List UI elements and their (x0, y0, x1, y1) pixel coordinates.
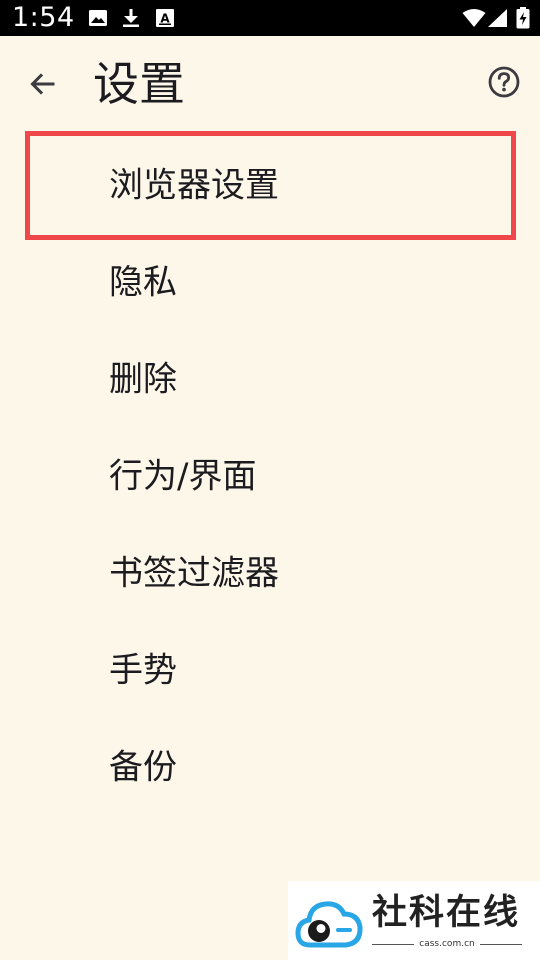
app-bar: 设置 (0, 36, 540, 132)
text-a-icon: A (155, 8, 175, 28)
status-bar: 1:54 A (0, 0, 540, 36)
watermark-name: 社科在线 (372, 892, 521, 933)
page-title: 设置 (93, 57, 185, 111)
settings-item-label: 删除 (109, 359, 177, 399)
settings-item-browser[interactable]: 浏览器设置 (0, 133, 540, 230)
back-button[interactable] (18, 62, 66, 110)
settings-item-gestures[interactable]: 手势 (0, 618, 540, 715)
settings-item-label: 隐私 (109, 262, 177, 302)
svg-text:A: A (160, 12, 170, 26)
settings-item-backup[interactable]: 备份 (0, 715, 540, 812)
settings-item-label: 书签过滤器 (109, 553, 279, 593)
watermark-url: cass.com.cn (372, 939, 522, 949)
signal-icon (487, 8, 509, 28)
settings-item-delete[interactable]: 删除 (0, 327, 540, 424)
cloud-logo-icon (294, 893, 364, 951)
settings-item-label: 行为/界面 (109, 456, 257, 496)
download-icon (121, 8, 141, 28)
settings-item-behavior-ui[interactable]: 行为/界面 (0, 424, 540, 521)
settings-item-label: 备份 (109, 747, 177, 787)
watermark: 社科在线 cass.com.cn (288, 881, 540, 960)
help-button[interactable] (480, 60, 528, 108)
settings-item-label: 手势 (109, 650, 177, 690)
wifi-icon (462, 8, 486, 28)
help-circle-icon (487, 65, 521, 103)
settings-list: 浏览器设置 隐私 删除 行为/界面 书签过滤器 手势 备份 (0, 133, 540, 812)
settings-item-label: 浏览器设置 (109, 165, 279, 205)
image-icon (88, 8, 108, 28)
arrow-left-icon (28, 70, 56, 102)
settings-item-privacy[interactable]: 隐私 (0, 230, 540, 327)
battery-charging-icon (516, 7, 530, 29)
status-time: 1:54 (12, 2, 75, 33)
settings-item-bookmark-filter[interactable]: 书签过滤器 (0, 521, 540, 618)
